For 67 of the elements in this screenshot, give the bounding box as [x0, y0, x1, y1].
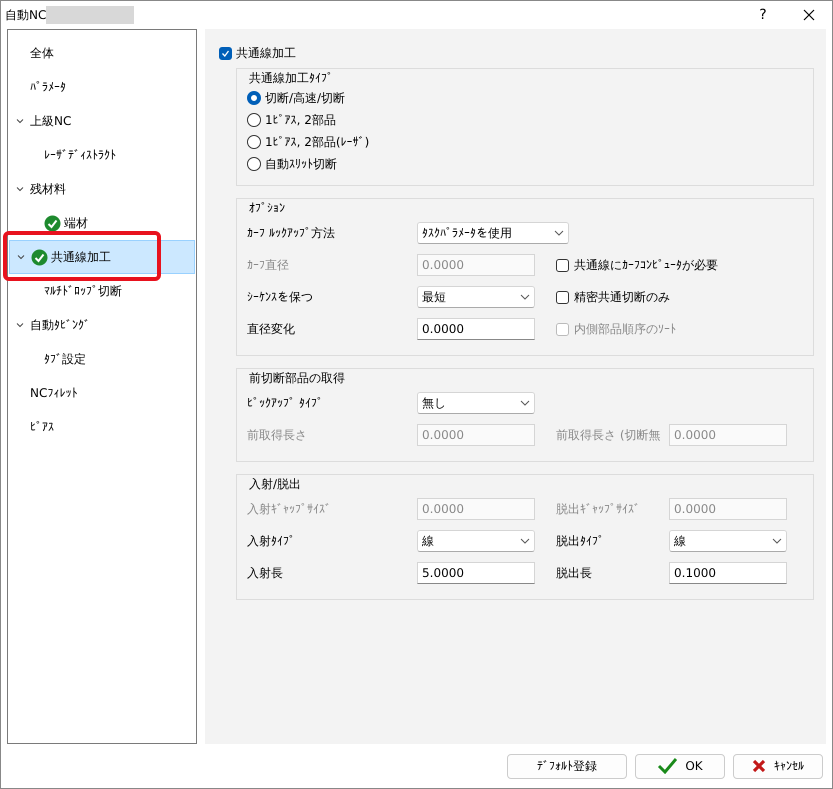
tree-item[interactable]: ﾀﾌﾞ設定: [9, 342, 195, 376]
help-button[interactable]: ?: [740, 4, 786, 26]
check-icon: [657, 758, 678, 774]
radio-button[interactable]: [247, 91, 261, 105]
field-label: 脱出長: [556, 565, 593, 582]
tree-item[interactable]: 上級NC: [9, 104, 195, 138]
chevron-down-icon: [772, 538, 782, 544]
tree-item[interactable]: ﾏﾙﾁﾄﾞﾛｯﾌﾟ切断: [9, 274, 195, 308]
field-label: ｶｰﾌ ﾙｯｸｱｯﾌﾟ方法: [247, 225, 336, 242]
field-label: ｼｰｹﾝｽを保つ: [247, 289, 314, 306]
checkbox[interactable]: [556, 258, 569, 272]
dropdown[interactable]: 線: [417, 530, 535, 552]
close-icon: [752, 759, 766, 773]
check-icon: [221, 48, 230, 58]
field-label: 入射長: [247, 565, 284, 582]
tree-item-selected[interactable]: 共通線加工: [9, 240, 195, 274]
tree-item[interactable]: 全体: [9, 36, 195, 70]
field-label: ｶｰﾌ直径: [247, 257, 290, 274]
dropdown[interactable]: 最短: [417, 286, 535, 308]
radio-label: 1ﾋﾟｱｽ, 2部品: [265, 112, 336, 129]
checkbox[interactable]: [219, 46, 232, 60]
checkbox-label: 内側部品順序のｿｰﾄ: [574, 321, 676, 338]
window-title: 自動NC: [5, 7, 46, 24]
checkbox-label: 共通線にｶｰﾌｺﾝﾋﾟｭｰﾀが必要: [574, 257, 718, 274]
checkbox-label: 精密共通切断のみ: [574, 289, 670, 306]
dropdown[interactable]: 線: [669, 530, 787, 552]
radio-button[interactable]: [247, 157, 261, 171]
input-field[interactable]: 5.0000: [417, 562, 535, 584]
chevron-down-icon: [554, 230, 564, 236]
tree-item[interactable]: 残材料: [9, 172, 195, 206]
radio-label: 切断/高速/切断: [265, 90, 346, 107]
checkbox-label: 共通線加工: [236, 45, 296, 62]
field-label: 直径変化: [247, 321, 296, 338]
chevron-down-icon[interactable]: [16, 117, 24, 125]
input-field[interactable]: 0.1000: [669, 562, 787, 584]
chevron-down-icon[interactable]: [16, 185, 24, 193]
chevron-down-icon: [520, 294, 530, 300]
chevron-down-icon[interactable]: [17, 253, 25, 261]
chevron-down-icon[interactable]: [16, 321, 24, 329]
tree-item[interactable]: ﾊﾟﾗﾒｰﾀ: [9, 70, 195, 104]
field-label: 入射ﾀｲﾌﾟ: [247, 533, 296, 550]
dropdown[interactable]: ﾀｽｸﾊﾟﾗﾒｰﾀを使用: [417, 222, 569, 244]
radio-label: 1ﾋﾟｱｽ, 2部品(ﾚｰｻﾞ): [265, 134, 370, 151]
field-label: 脱出ｷﾞｬｯﾌﾟｻｲｽﾞ: [556, 501, 641, 518]
tree-item[interactable]: ﾚｰｻﾞﾃﾞｨｽﾄﾗｸﾄ: [9, 138, 195, 172]
field-label: 脱出ﾀｲﾌﾟ: [556, 533, 605, 550]
dropdown[interactable]: 無し: [417, 392, 535, 414]
tree-item[interactable]: NCﾌｨﾚｯﾄ: [9, 376, 195, 410]
field-label: 前取得長さ: [247, 427, 308, 444]
group-title: 前切断部品の取得: [247, 369, 347, 387]
close-icon: [803, 9, 815, 21]
field-label: 前取得長さ (切断無: [556, 427, 662, 444]
field-label: 入射ｷﾞｬｯﾌﾟｻｲｽﾞ: [247, 501, 332, 518]
chevron-down-icon: [520, 400, 530, 406]
radio-button[interactable]: [247, 113, 261, 127]
radio-button[interactable]: [247, 135, 261, 149]
field-label: ﾋﾟｯｸｱｯﾌﾟ ﾀｲﾌﾟ: [247, 395, 324, 412]
ok-button[interactable]: OK: [635, 754, 725, 778]
tree-item[interactable]: ﾋﾟｱｽ: [9, 410, 195, 444]
default-button[interactable]: ﾃﾞﾌｫﾙﾄ登録: [507, 754, 627, 778]
chevron-down-icon: [520, 538, 530, 544]
tree-item[interactable]: 自動ﾀﾋﾞﾝｸﾞ: [9, 308, 195, 342]
radio-label: 自動ｽﾘｯﾄ切断: [265, 156, 337, 173]
input-field[interactable]: 0.0000: [417, 318, 535, 340]
checkbox[interactable]: [556, 290, 569, 304]
cancel-button[interactable]: ｷｬﾝｾﾙ: [733, 754, 823, 778]
tree-item[interactable]: 端材: [9, 206, 195, 240]
